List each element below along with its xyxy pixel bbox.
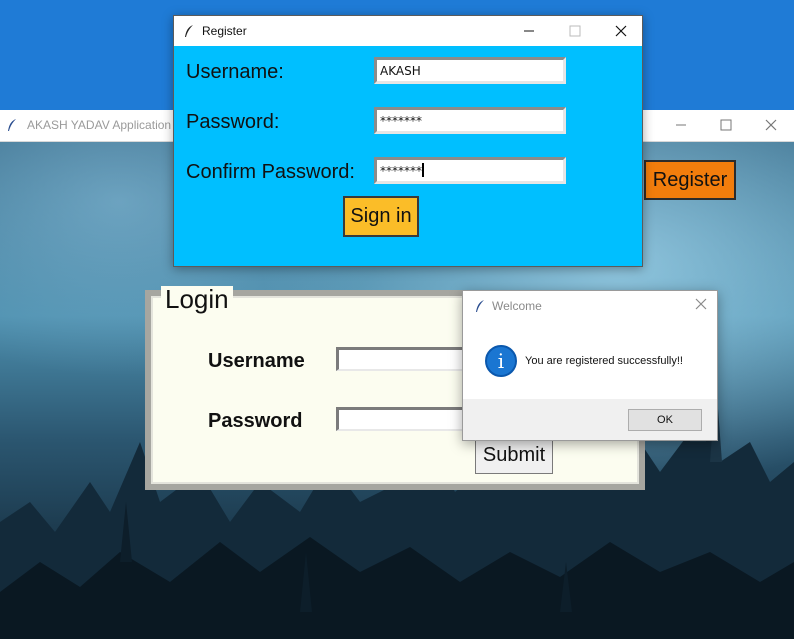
dialog-close-button[interactable]: [695, 297, 707, 315]
close-button[interactable]: [598, 16, 644, 46]
close-icon: [615, 25, 627, 37]
dialog-footer: OK: [463, 399, 717, 440]
dialog-title: Welcome: [492, 299, 542, 313]
register-confirm-value: *******: [380, 164, 422, 178]
text-cursor: [422, 163, 424, 177]
close-button[interactable]: [748, 110, 794, 140]
dialog-message: You are registered successfully!!: [525, 355, 683, 367]
minimize-icon: [676, 124, 686, 126]
maximize-button[interactable]: [552, 16, 598, 46]
feather-icon: [185, 25, 193, 37]
maximize-icon: [569, 25, 581, 37]
register-window-title: Register: [202, 24, 247, 38]
register-password-label: Password:: [186, 111, 280, 133]
sign-in-button[interactable]: Sign in: [343, 196, 419, 237]
feather-icon: [8, 119, 16, 131]
login-password-input[interactable]: [336, 407, 466, 431]
ok-button[interactable]: OK: [628, 409, 702, 431]
close-icon: [765, 119, 777, 131]
main-window-title: AKASH YADAV Application: [27, 118, 172, 132]
login-username-input[interactable]: [336, 347, 466, 371]
minimize-button[interactable]: [658, 110, 704, 140]
register-button[interactable]: Register: [644, 160, 736, 200]
register-confirm-label: Confirm Password:: [186, 161, 355, 183]
register-window: Register Username: AKASH Password: *****…: [173, 15, 643, 267]
maximize-icon: [720, 119, 732, 131]
minimize-button[interactable]: [506, 16, 552, 46]
submit-button[interactable]: Submit: [475, 436, 553, 474]
register-confirm-input[interactable]: *******: [374, 157, 566, 184]
register-username-input[interactable]: AKASH: [374, 57, 566, 84]
register-titlebar[interactable]: Register: [174, 16, 642, 46]
login-username-label: Username: [208, 350, 305, 372]
feather-icon: [476, 300, 484, 312]
register-username-label: Username:: [186, 61, 284, 83]
close-icon: [695, 298, 707, 310]
maximize-button[interactable]: [703, 110, 749, 140]
welcome-dialog: Welcome i You are registered successfull…: [462, 290, 718, 441]
login-password-label: Password: [208, 410, 303, 432]
login-legend: Login: [161, 286, 233, 312]
minimize-icon: [524, 30, 534, 32]
info-icon: i: [485, 345, 517, 377]
register-password-input[interactable]: *******: [374, 107, 566, 134]
